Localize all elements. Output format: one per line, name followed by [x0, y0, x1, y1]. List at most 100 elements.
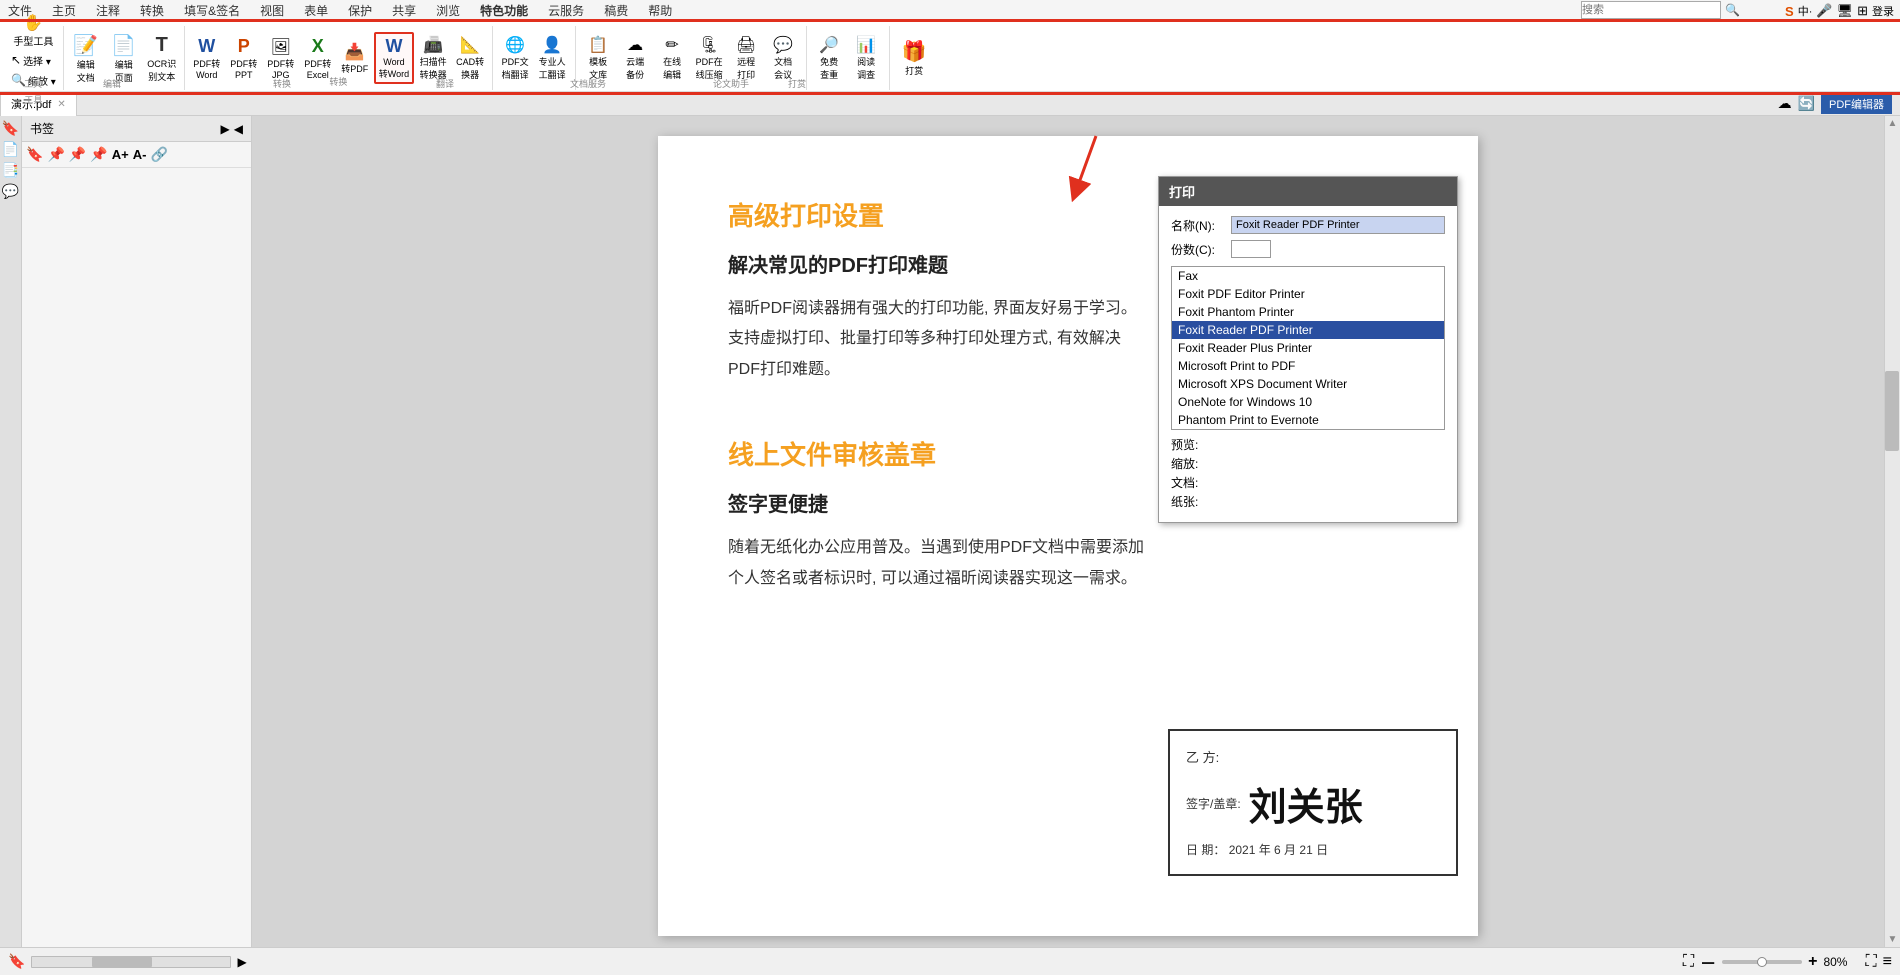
zoom-value: 80% — [1823, 955, 1859, 969]
pdf-to-jpg-btn[interactable]: 🖼 PDF转JPG — [263, 35, 299, 82]
menu-item-browse[interactable]: 浏览 — [432, 0, 464, 21]
to-pdf-btn[interactable]: 📥 转PDF — [337, 40, 373, 77]
menu-item-view[interactable]: 视图 — [256, 0, 288, 21]
reward-btn[interactable]: 🎁 打赏 — [896, 37, 932, 79]
menu-item-share[interactable]: 共享 — [388, 0, 420, 21]
template-btn[interactable]: 📋 模板文库 — [580, 33, 616, 83]
menu-item-form[interactable]: 表单 — [300, 0, 332, 21]
zoom-btn[interactable]: 🔍 缩放 ▾ — [8, 71, 59, 90]
menu-item-annotation[interactable]: 注释 — [92, 0, 124, 21]
menu-item-special[interactable]: 特色功能 — [476, 0, 532, 21]
menu-item-protect[interactable]: 保护 — [344, 0, 376, 21]
print-dialog-body: 名称(N): 份数(C): Fax Foxit PDF Editor Print… — [1159, 206, 1457, 522]
convert-group-label: 转换 — [329, 75, 347, 88]
register-btn[interactable]: 登录 — [1872, 3, 1894, 19]
printer-ms-pdf[interactable]: Microsoft Print to PDF — [1172, 357, 1444, 375]
tab-bar: 演示.pdf ✕ ☁ 🔄 PDF编辑器 — [0, 92, 1900, 116]
printer-onenote[interactable]: OneNote for Windows 10 — [1172, 393, 1444, 411]
remote-print-btn[interactable]: 🖨 远程打印 — [728, 33, 764, 83]
pro-translate-btn[interactable]: 👤 专业人工翻译 — [534, 33, 570, 83]
scroll-mode-btn[interactable]: ≡ — [1883, 953, 1892, 971]
fullscreen-btn[interactable]: ⛶ — [1865, 953, 1876, 971]
sidebar-tool-add[interactable]: 📌 — [47, 146, 64, 163]
printer-phantom-evernote[interactable]: Phantom Print to Evernote — [1172, 411, 1444, 429]
mic-icon[interactable]: 🎤 — [1816, 3, 1832, 19]
menu-item-help[interactable]: 帮助 — [644, 0, 676, 21]
sign-label: 签字/盖章: — [1186, 795, 1241, 812]
ocr-btn[interactable]: T OCR识别文本 — [144, 32, 180, 85]
sidebar-tool-link[interactable]: 🔗 — [150, 146, 167, 163]
fit-page-icon[interactable]: ⛶ — [1683, 953, 1694, 971]
ribbon: ✋ 手型工具 ↖ 选择 ▾ 🔍 缩放 ▾ 工具 📝 编辑文档 — [0, 22, 1900, 92]
printer-fax[interactable]: Fax — [1172, 267, 1444, 285]
printer-foxit-editor[interactable]: Foxit PDF Editor Printer — [1172, 285, 1444, 303]
zoom-minus-btn[interactable]: － — [1700, 950, 1716, 974]
sidebar-icon-annot[interactable]: 💬 — [2, 183, 19, 200]
cloud-backup-btn[interactable]: ☁ 云端备份 — [617, 33, 653, 83]
pdf-viewer: 高级打印设置 解决常见的PDF打印难题 福昕PDF阅读器拥有强大的打印功能, 界… — [252, 116, 1900, 947]
sidebar-tool-font-plus[interactable]: A+ — [112, 147, 129, 162]
printer-foxit-plus[interactable]: Foxit Reader Plus Printer — [1172, 339, 1444, 357]
cloud-sync-icon[interactable]: ☁ — [1778, 95, 1792, 112]
refresh-icon[interactable]: 🔄 — [1798, 95, 1815, 112]
hscroll-right-btn[interactable]: ▶ — [237, 955, 246, 969]
grid-icon[interactable]: ⊞ — [1857, 3, 1868, 19]
pdf-to-word-btn[interactable]: W PDF转Word — [189, 34, 225, 82]
compress-btn[interactable]: 🗜 PDF在线压缩 — [691, 33, 727, 83]
pdf-page-area[interactable]: 高级打印设置 解决常见的PDF打印难题 福昕PDF阅读器拥有强大的打印功能, 界… — [252, 116, 1884, 947]
sidebar-icon-thumb[interactable]: 📄 — [2, 141, 19, 158]
scroll-up-btn[interactable]: ▲ — [1886, 116, 1900, 131]
readsurvey-btn[interactable]: 📊 阅读调查 — [848, 33, 884, 83]
scroll-thumb[interactable] — [1885, 371, 1899, 451]
sidebar-icon-bookmark[interactable]: 🔖 — [2, 120, 19, 137]
sidebar-expand-icon[interactable]: ▶ — [221, 122, 230, 136]
search-input[interactable] — [1581, 1, 1721, 19]
sidebar-tool-add3[interactable]: 📌 — [90, 146, 107, 163]
sidebar-icon-layers[interactable]: 📑 — [2, 162, 19, 179]
menu-item-payment[interactable]: 稿费 — [600, 0, 632, 21]
edit-page-btn[interactable]: 📄 编辑页面 — [106, 31, 142, 86]
hand-tool-btn[interactable]: ✋ 手型工具 — [8, 11, 59, 50]
sidebar-panel: 书签 ▶ ◀ 🔖 📌 📌 📌 A+ A- 🔗 — [22, 116, 252, 947]
sidebar-tool-bookmark[interactable]: 🔖 — [26, 146, 43, 163]
sidebar-tool-add2[interactable]: 📌 — [69, 146, 86, 163]
sidebar-close-icon[interactable]: ◀ — [234, 122, 243, 136]
menu-item-convert[interactable]: 转换 — [136, 0, 168, 21]
online-edit-btn[interactable]: ✏ 在线编辑 — [654, 33, 690, 83]
word-to-word-btn[interactable]: W Word转Word — [374, 32, 414, 84]
search-icon[interactable]: 🔍 — [1725, 3, 1740, 17]
zoom-plus-btn[interactable]: + — [1808, 953, 1817, 971]
menu-item-fillsign[interactable]: 填写&签名 — [180, 0, 244, 21]
statusbar-icon1[interactable]: 🔖 — [8, 953, 25, 970]
pdf-translate-btn[interactable]: 🌐 PDF文档翻译 — [497, 33, 533, 83]
printer-list: Fax Foxit PDF Editor Printer Foxit Phant… — [1171, 266, 1445, 430]
doc-meeting-btn[interactable]: 💬 文档会议 — [765, 33, 801, 83]
cad-convert-btn[interactable]: 📐 CAD转换器 — [452, 33, 488, 83]
zoom-slider-thumb[interactable] — [1757, 957, 1767, 967]
printer-ms-xps[interactable]: Microsoft XPS Document Writer — [1172, 375, 1444, 393]
signature-party-label: 乙 方: — [1186, 747, 1440, 766]
vertical-scrollbar[interactable]: ▲ ▼ — [1884, 116, 1900, 947]
printer-foxit-phantom[interactable]: Foxit Phantom Printer — [1172, 303, 1444, 321]
sidebar-content — [22, 168, 251, 947]
scroll-down-btn[interactable]: ▼ — [1886, 932, 1900, 947]
menu-item-cloud[interactable]: 云服务 — [544, 0, 588, 21]
print-copies-input[interactable] — [1231, 240, 1271, 258]
signature-name: 刘关张 — [1249, 776, 1363, 831]
pdf-editor-label: PDF编辑器 — [1821, 94, 1892, 114]
zoom-slider-container[interactable] — [1722, 955, 1802, 969]
screen-icon[interactable]: 🖥 — [1837, 3, 1854, 19]
lang-toggle[interactable]: 中· — [1798, 3, 1813, 19]
plagcheck-btn[interactable]: 🔎 免费查重 — [811, 33, 847, 83]
edit-doc-btn[interactable]: 📝 编辑文档 — [68, 31, 104, 86]
status-bar: 🔖 ▶ ⛶ － + 80% ⛶ ≡ — [0, 947, 1900, 975]
hscroll-thumb[interactable] — [92, 957, 152, 967]
print-name-input[interactable] — [1231, 216, 1445, 234]
select-btn[interactable]: ↖ 选择 ▾ — [8, 51, 59, 70]
scan-convert-btn[interactable]: 📠 扫描件转换器 — [415, 33, 451, 83]
pdf-to-ppt-btn[interactable]: P PDF转PPT — [226, 34, 262, 82]
horizontal-scrollbar[interactable] — [31, 956, 231, 968]
print-dialog-title: 打印 — [1159, 177, 1457, 206]
sidebar-tool-font-minus[interactable]: A- — [133, 147, 147, 162]
printer-foxit-reader[interactable]: Foxit Reader PDF Printer — [1172, 321, 1444, 339]
